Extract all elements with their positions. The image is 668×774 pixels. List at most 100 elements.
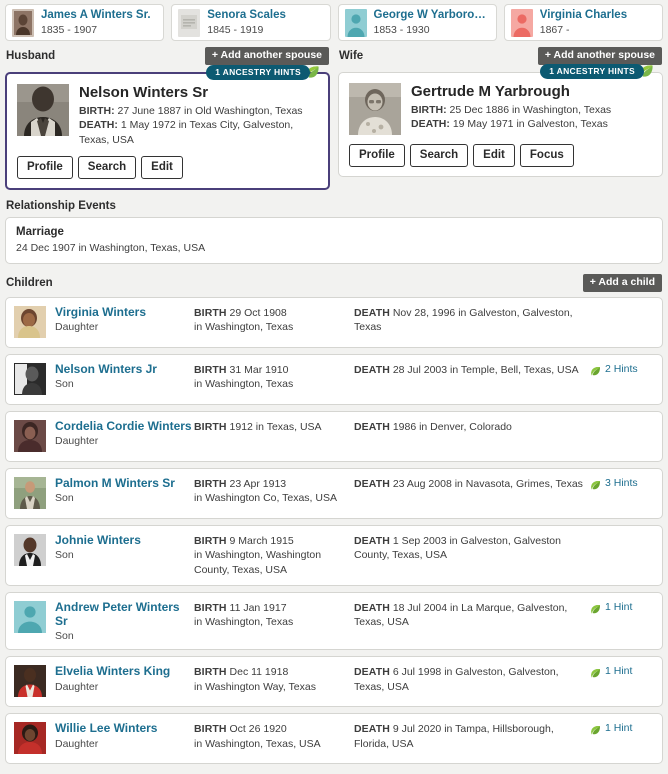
add-a-child-button[interactable]: + Add a child bbox=[582, 274, 662, 292]
child-hint-label[interactable]: 1 Hint bbox=[605, 601, 632, 613]
child-avatar[interactable] bbox=[14, 362, 46, 395]
avatar-silhouette-male-icon bbox=[344, 8, 367, 37]
child-hints[interactable]: 1 Hint bbox=[590, 600, 654, 614]
birth-label: BIRTH bbox=[194, 666, 227, 679]
event-detail: 24 Dec 1907 in Washington, Texas, USA bbox=[16, 242, 206, 255]
grandparent-dates: 1835 - 1907 bbox=[41, 23, 98, 36]
child-hint-label[interactable]: 1 Hint bbox=[605, 722, 632, 734]
event-title: Marriage bbox=[16, 226, 64, 239]
death-value: 19 May 1971 in Galveston, Texas bbox=[452, 118, 608, 131]
child-hint-label[interactable]: 2 Hints bbox=[605, 363, 638, 375]
child-name[interactable]: Willie Lee Winters bbox=[55, 721, 194, 735]
edit-button[interactable]: Edit bbox=[473, 144, 515, 168]
child-row[interactable]: Palmon M Winters Sr Son BIRTH 23 Apr 191… bbox=[5, 467, 663, 519]
grandparent-name[interactable]: Senora Scales bbox=[207, 9, 286, 22]
child-row[interactable]: Willie Lee Winters Daughter BIRTH Oct 26… bbox=[5, 713, 663, 765]
avatar bbox=[12, 8, 34, 37]
child-death: DEATH 1 Sep 2003 in Galveston, Galveston… bbox=[354, 533, 590, 563]
death-label: DEATH bbox=[354, 477, 390, 490]
child-avatar[interactable] bbox=[14, 533, 46, 566]
child-death: DEATH 1986 in Denver, Colorado bbox=[354, 419, 590, 435]
grandparent-name[interactable]: George W Yarborough bbox=[374, 9, 490, 22]
child-name[interactable]: Palmon M Winters Sr bbox=[55, 476, 194, 490]
child-relationship: Son bbox=[55, 492, 74, 505]
grandparent-dates: 1867 - bbox=[539, 23, 570, 36]
wife-photo[interactable] bbox=[349, 83, 401, 135]
focus-button[interactable]: Focus bbox=[519, 144, 574, 168]
grandparent-card[interactable]: Senora Scales 1845 - 1919 bbox=[171, 4, 331, 41]
child-birth-date: 1912 bbox=[229, 420, 253, 433]
child-death-place: in Denver, Colorado bbox=[419, 420, 512, 433]
death-label: DEATH bbox=[354, 363, 390, 376]
child-row[interactable]: Elvelia Winters King Daughter BIRTH Dec … bbox=[5, 656, 663, 708]
child-row[interactable]: Cordelia Cordie Winters Daughter BIRTH 1… bbox=[5, 410, 663, 462]
husband-header: Husband + Add another spouse bbox=[5, 46, 330, 66]
leaf-icon bbox=[590, 478, 601, 490]
child-hint-label[interactable]: 1 Hint bbox=[605, 665, 632, 677]
profile-button[interactable]: Profile bbox=[349, 144, 405, 168]
wife-header: Wife + Add another spouse bbox=[338, 46, 663, 66]
wife-name[interactable]: Gertrude M Yarbrough bbox=[411, 83, 652, 100]
wife-birth-fact: BIRTH: 25 Dec 1886 in Washington, Texas bbox=[411, 103, 652, 117]
child-death-date: 23 Aug 2008 bbox=[392, 477, 452, 490]
child-row[interactable]: Virginia Winters Daughter BIRTH 29 Oct 1… bbox=[5, 296, 663, 348]
child-row[interactable]: Andrew Peter Winters Sr Son BIRTH 11 Jan… bbox=[5, 591, 663, 651]
child-hint-label[interactable]: 3 Hints bbox=[605, 477, 638, 489]
child-hints[interactable]: 3 Hints bbox=[590, 476, 654, 490]
grandparent-card[interactable]: James A Winters Sr. 1835 - 1907 bbox=[5, 4, 165, 41]
child-hints[interactable]: 1 Hint bbox=[590, 664, 654, 679]
edit-button[interactable]: Edit bbox=[141, 155, 183, 180]
child-death-date: 6 Jul 1998 bbox=[392, 666, 442, 679]
husband-birth-fact: BIRTH: 27 June 1887 in Old Washington, T… bbox=[79, 104, 318, 118]
child-birth-date: 11 Jan 1917 bbox=[229, 601, 287, 614]
grandparent-name[interactable]: James A Winters Sr. bbox=[41, 9, 151, 22]
death-label: DEATH bbox=[354, 534, 390, 547]
child-death-date: 1 Sep 2003 bbox=[392, 534, 447, 547]
child-avatar[interactable] bbox=[14, 722, 46, 755]
child-avatar[interactable] bbox=[14, 665, 46, 698]
husband-name[interactable]: Nelson Winters Sr bbox=[79, 84, 318, 101]
husband-photo[interactable] bbox=[17, 84, 69, 136]
child-relationship: Daughter bbox=[55, 321, 99, 334]
child-hints[interactable]: 1 Hint bbox=[590, 721, 654, 736]
child-row[interactable]: Nelson Winters Jr Son BIRTH 31 Mar 1910 … bbox=[5, 353, 663, 405]
profile-button[interactable]: Profile bbox=[17, 155, 73, 180]
grandparent-name[interactable]: Virginia Charles bbox=[540, 9, 627, 22]
add-another-spouse-button[interactable]: + Add another spouse bbox=[537, 47, 662, 65]
child-name[interactable]: Cordelia Cordie Winters bbox=[55, 419, 194, 433]
child-hints[interactable]: 2 Hints bbox=[590, 362, 654, 376]
birth-label: BIRTH bbox=[194, 363, 227, 376]
child-name[interactable]: Johnie Winters bbox=[55, 533, 194, 547]
child-name[interactable]: Andrew Peter Winters Sr bbox=[55, 600, 194, 629]
marriage-event-card[interactable]: Marriage 24 Dec 1907 in Washington, Texa… bbox=[5, 217, 663, 265]
child-name[interactable]: Elvelia Winters King bbox=[55, 664, 194, 678]
birth-label: BIRTH bbox=[194, 723, 227, 736]
add-another-spouse-button[interactable]: + Add another spouse bbox=[204, 47, 329, 65]
child-birth: BIRTH 11 Jan 1917 in Washington, Texas bbox=[194, 600, 354, 630]
husband-card[interactable]: 1 ANCESTRY HINTS Nelson Winters Sr BIRTH… bbox=[5, 65, 330, 191]
child-name[interactable]: Virginia Winters bbox=[55, 305, 194, 319]
wife-card[interactable]: 1 ANCESTRY HINTS Gertrude M Yarbrough BI… bbox=[338, 64, 663, 178]
child-avatar[interactable] bbox=[14, 476, 46, 509]
grandparent-card[interactable]: Virginia Charles 1867 - bbox=[503, 4, 663, 41]
search-button[interactable]: Search bbox=[77, 155, 137, 180]
child-birth-place: in Washington, Washington County, Texas,… bbox=[194, 549, 322, 577]
grandparent-dates: 1845 - 1919 bbox=[207, 23, 264, 36]
child-avatar[interactable] bbox=[14, 419, 46, 452]
child-name[interactable]: Nelson Winters Jr bbox=[55, 362, 194, 376]
child-relationship: Son bbox=[55, 378, 74, 391]
grandparent-card[interactable]: George W Yarborough 1853 - 1930 bbox=[337, 4, 497, 41]
search-button[interactable]: Search bbox=[409, 144, 469, 168]
child-death-place: in Navasota, Grimes, Texas bbox=[454, 477, 583, 490]
ancestry-hints-badge[interactable]: 1 ANCESTRY HINTS bbox=[206, 65, 320, 80]
child-birth: BIRTH 29 Oct 1908 in Washington, Texas bbox=[194, 305, 354, 335]
birth-label: BIRTH: bbox=[411, 104, 447, 117]
child-death: DEATH 6 Jul 1998 in Galveston, Galveston… bbox=[354, 664, 590, 694]
ancestry-hints-badge[interactable]: 1 ANCESTRY HINTS bbox=[540, 64, 654, 79]
child-birth: BIRTH 31 Mar 1910 in Washington, Texas bbox=[194, 362, 354, 392]
child-avatar[interactable] bbox=[14, 600, 46, 633]
child-row[interactable]: Johnie Winters Son BIRTH 9 March 1915 in… bbox=[5, 524, 663, 586]
husband-death-fact: DEATH: 1 May 1972 in Texas City, Galvest… bbox=[79, 118, 318, 146]
child-death-date: Nov 28, 1996 bbox=[392, 306, 456, 319]
child-avatar[interactable] bbox=[14, 305, 46, 338]
